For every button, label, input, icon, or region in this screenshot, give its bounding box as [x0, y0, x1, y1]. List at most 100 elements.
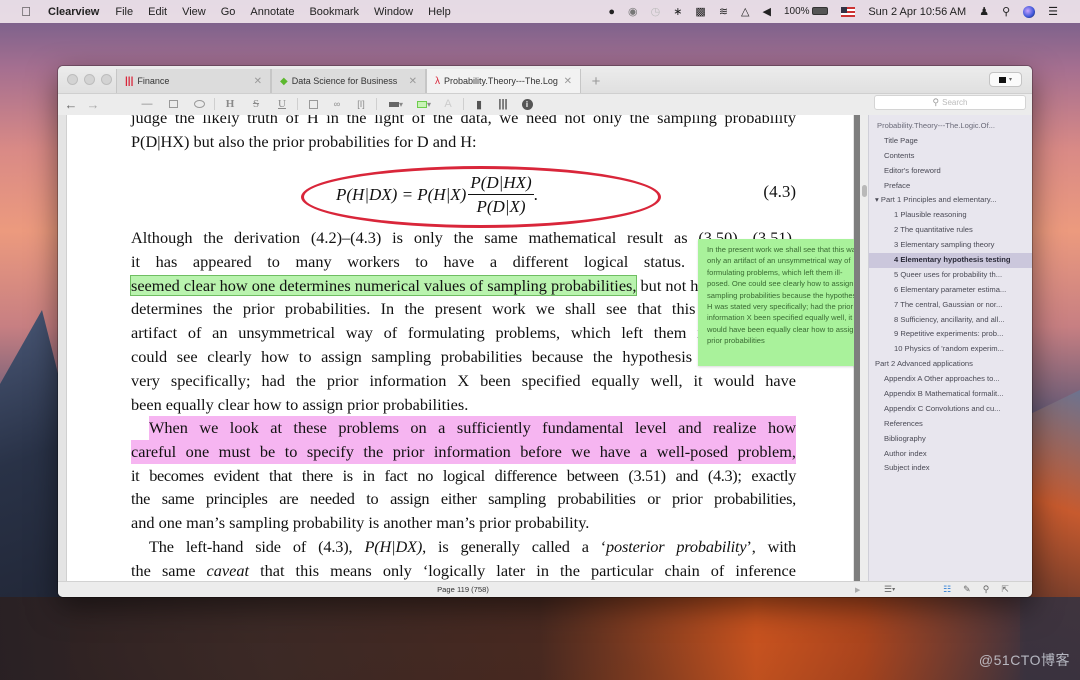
text-tool-icon[interactable]: A [441, 95, 455, 113]
new-tab-button[interactable]: + [585, 69, 607, 93]
text-line: determines the prior probabilities. In t… [131, 297, 796, 321]
scrollbar-thumb[interactable] [862, 185, 867, 197]
toc-item[interactable]: Subject index [869, 461, 1032, 476]
toc-item[interactable]: Editor's foreword [869, 164, 1032, 179]
close-tab-icon[interactable]: ✕ [564, 76, 572, 87]
note-tool-icon[interactable] [306, 95, 320, 113]
search-placeholder: Search [942, 98, 968, 107]
menu-annotate[interactable]: Annotate [250, 6, 294, 18]
menu-file[interactable]: File [115, 6, 133, 18]
toc-item[interactable]: Appendix C Convolutions and cu... [869, 402, 1032, 417]
bluetooth-icon[interactable]: ∗ [673, 5, 682, 18]
toc-item[interactable]: Part 2 Advanced applications [869, 357, 1032, 372]
flag-icon[interactable] [841, 6, 856, 17]
text-line-content: it has appeared to many workers to have … [131, 251, 686, 271]
toc-item[interactable]: Appendix A Other approaches to... [869, 372, 1032, 387]
pink-highlight[interactable]: careful one must be to specify the prior… [131, 439, 796, 464]
note-popup[interactable]: In the present work we shall see that th… [698, 239, 868, 366]
rectangle-tool-icon[interactable] [166, 95, 180, 113]
close-tab-icon[interactable]: ✕ [409, 76, 417, 87]
toc-item[interactable]: 10 Physics of 'random experim... [869, 342, 1032, 357]
apple-menu-icon[interactable]:  [18, 4, 34, 19]
menu-bookmark[interactable]: Bookmark [309, 6, 359, 18]
menu-go[interactable]: Go [221, 6, 236, 18]
zoom-window-button[interactable] [101, 74, 112, 85]
fill-color-icon[interactable]: ▾ [413, 95, 435, 113]
pink-highlight[interactable]: When we look at these problems on a suff… [149, 416, 796, 440]
line-tool-icon[interactable]: — [140, 95, 154, 113]
menu-app-name[interactable]: Clearview [48, 6, 99, 18]
toc-item[interactable]: Contents [869, 149, 1032, 164]
notification-center-icon[interactable]: ☰ [1048, 5, 1058, 18]
outline-options-icon[interactable]: ☰ ▾ [884, 584, 895, 595]
toc-item[interactable]: 7 The central, Gaussian or nor... [869, 298, 1032, 313]
clock[interactable]: Sun 2 Apr 10:56 AM [868, 6, 966, 18]
toc-item[interactable]: Bibliography [869, 432, 1032, 447]
minimize-window-button[interactable] [84, 74, 95, 85]
pdf-icon: λ [435, 75, 440, 87]
toc-item[interactable]: 3 Elementary sampling theory [869, 238, 1032, 253]
stroke-color-icon[interactable]: ▾ [385, 95, 407, 113]
battery-percent[interactable]: 100% [784, 6, 829, 17]
page-indicator[interactable]: Page 119 (758) [58, 585, 868, 594]
bookmark-icon[interactable]: ▮ [472, 95, 486, 113]
text-line-content: that this means only ‘logically later in… [260, 560, 796, 580]
tab-probability-theory[interactable]: λ Probability.Theory---The.Log ✕ [426, 69, 581, 93]
menu-window[interactable]: Window [374, 6, 413, 18]
menu-help[interactable]: Help [428, 6, 451, 18]
toc-item[interactable]: 2 The quantitative rules [869, 223, 1032, 238]
toc-item[interactable]: Preface [869, 179, 1032, 194]
menu-edit[interactable]: Edit [148, 6, 167, 18]
wifi-icon[interactable]: ≋ [719, 5, 728, 18]
toc-item[interactable]: ▾ Part 1 Principles and elementary... [869, 193, 1032, 208]
airplay-icon[interactable]: △ [741, 5, 749, 18]
close-window-button[interactable] [67, 74, 78, 85]
green-highlight[interactable]: seemed clear how one determines numerica… [129, 274, 638, 296]
cloud-icon[interactable]: ◉ [628, 5, 638, 18]
highlight-tool-icon[interactable]: H [223, 95, 237, 113]
toc-item[interactable]: Probability.Theory---The.Logic.Of... [869, 119, 1032, 134]
tab-data-science[interactable]: ◆ Data Science for Business ✕ [271, 69, 426, 93]
info-icon[interactable]: i [520, 95, 534, 113]
annotations-view-icon[interactable]: ✎ [963, 584, 971, 595]
ellipse-tool-icon[interactable] [192, 95, 206, 113]
volume-icon[interactable]: ◀ [763, 5, 771, 18]
toc-item[interactable]: Author index [869, 447, 1032, 462]
strikethrough-tool-icon[interactable]: S [249, 95, 263, 113]
document-viewer[interactable]: judge the likely truth of H in the light… [58, 115, 868, 581]
toc-item[interactable]: Appendix B Mathematical formalit... [869, 387, 1032, 402]
siri-icon[interactable] [1023, 5, 1036, 18]
toc-item[interactable]: Title Page [869, 134, 1032, 149]
tab-finance[interactable]: ||| Finance ✕ [116, 69, 271, 93]
layout-menu-button[interactable]: ▾ [989, 72, 1022, 87]
equation-fraction: P(D|HX) P(D|X) [468, 172, 534, 218]
toc-item[interactable]: 5 Queer uses for probability th... [869, 268, 1032, 283]
toc-item[interactable]: References [869, 417, 1032, 432]
user-icon[interactable]: ♟ [979, 5, 989, 18]
search-view-icon[interactable]: ⚲ [983, 584, 990, 595]
evernote-icon[interactable]: ● [608, 6, 615, 18]
search-input[interactable]: ⚲ Search [874, 95, 1026, 110]
select-tool-icon[interactable]: [I] [354, 95, 368, 113]
display-icon[interactable]: ▩ [695, 5, 705, 18]
link-tool-icon[interactable]: ∞ [330, 95, 344, 113]
export-icon[interactable]: ⇱ [1001, 584, 1009, 595]
back-button[interactable]: ← [64, 95, 78, 113]
tab-bar: ||| Finance ✕ ◆ Data Science for Busines… [116, 69, 607, 93]
menu-view[interactable]: View [182, 6, 206, 18]
toc-view-icon[interactable]: ☷ [943, 584, 951, 595]
toc-item[interactable]: 9 Repetitive experiments: prob... [869, 327, 1032, 342]
title-bar: ||| Finance ✕ ◆ Data Science for Busines… [58, 66, 1032, 94]
toc-item[interactable]: 4 Elementary hypothesis testing [869, 253, 1032, 268]
spotlight-icon[interactable]: ⚲ [1002, 5, 1010, 18]
time-machine-icon[interactable]: ◷ [651, 5, 661, 18]
toc-item[interactable]: 8 Sufficiency, ancillarity, and all... [869, 313, 1032, 328]
toc-item[interactable]: 1 Plausible reasoning [869, 208, 1032, 223]
toc-item[interactable]: 6 Elementary parameter estima... [869, 283, 1032, 298]
close-tab-icon[interactable]: ✕ [254, 76, 262, 87]
play-icon[interactable]: ▶ [855, 586, 860, 594]
underline-tool-icon[interactable]: U [275, 95, 289, 113]
library-icon[interactable]: ||| [496, 95, 510, 113]
forward-button[interactable]: → [86, 95, 100, 113]
equation-numerator: P(D|HX) [468, 172, 534, 195]
